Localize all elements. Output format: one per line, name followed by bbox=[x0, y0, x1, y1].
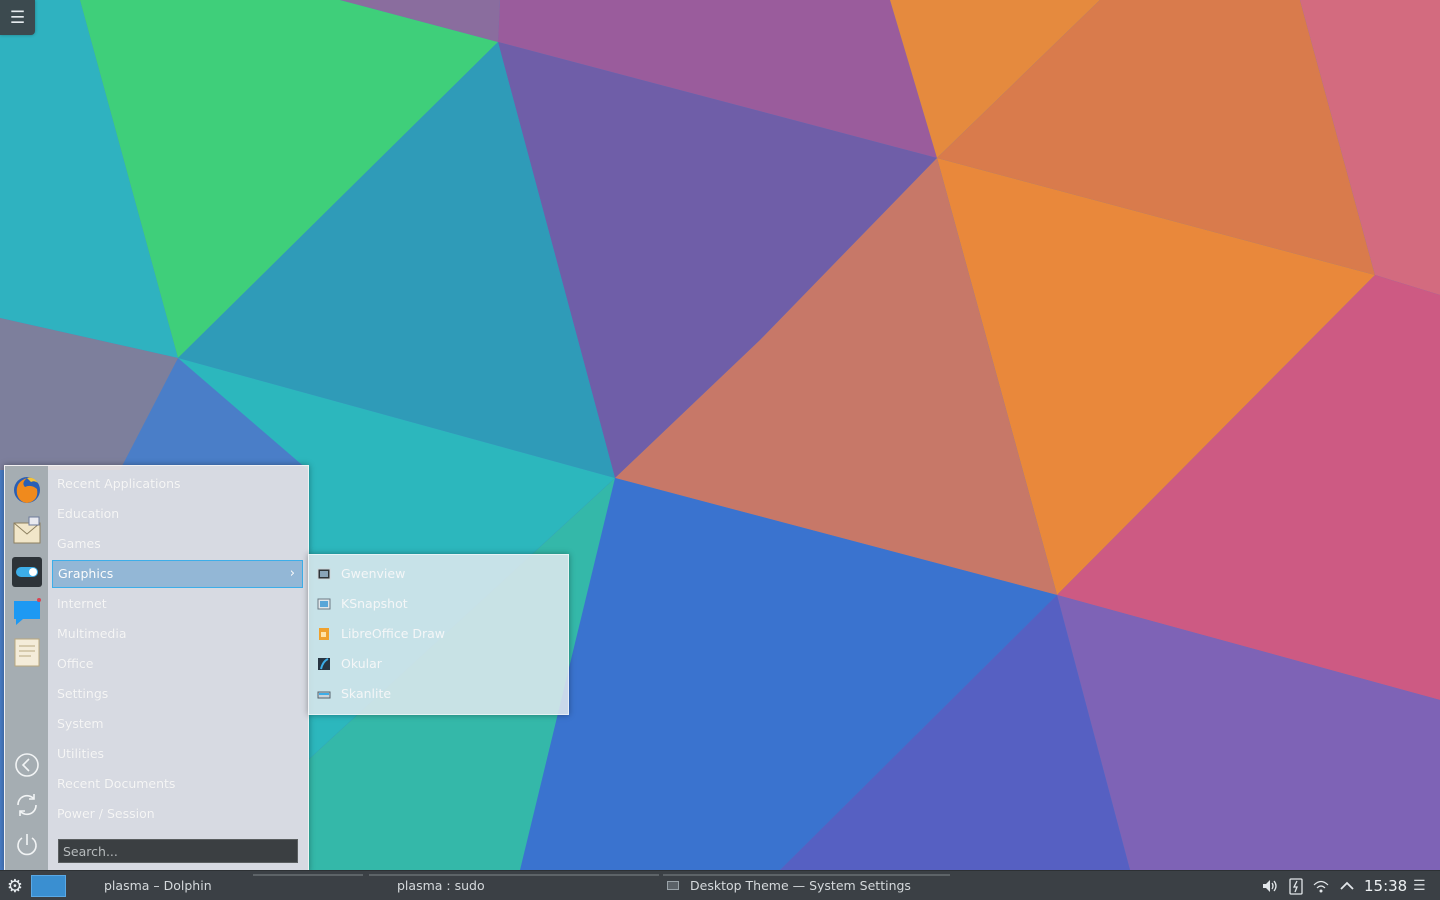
mail-icon bbox=[13, 516, 41, 544]
app-label: Okular bbox=[341, 656, 382, 671]
skanlite-icon bbox=[317, 691, 331, 699]
category-recent-applications[interactable]: Recent Applications bbox=[52, 470, 303, 498]
app-label: KSnapshot bbox=[341, 596, 408, 611]
favorite-firefox[interactable] bbox=[11, 474, 43, 506]
desktop-toolbox-button[interactable]: ☰ bbox=[0, 0, 35, 35]
gwenview-icon bbox=[317, 568, 331, 580]
volume-icon[interactable] bbox=[1261, 877, 1279, 895]
application-launcher-menu: Recent Applications Education Games Grap… bbox=[4, 465, 309, 872]
favorite-chat[interactable] bbox=[11, 596, 43, 628]
task-terminal[interactable]: plasma : sudo bbox=[369, 871, 659, 900]
task-label: plasma : sudo bbox=[397, 878, 485, 893]
task-system-settings[interactable]: Desktop Theme — System Settings bbox=[663, 871, 950, 900]
digital-clock[interactable]: 15:38 bbox=[1364, 871, 1407, 900]
task-dolphin[interactable]: plasma – Dolphin bbox=[75, 871, 365, 900]
power-icon bbox=[17, 834, 37, 856]
category-label: Graphics bbox=[58, 566, 114, 581]
app-okular[interactable]: Okular bbox=[313, 650, 563, 678]
expand-tray-icon[interactable] bbox=[1338, 877, 1356, 895]
category-settings[interactable]: Settings bbox=[52, 680, 303, 708]
task-label: Desktop Theme — System Settings bbox=[690, 878, 911, 893]
graphics-submenu: Gwenview KSnapshot LibreOffice Draw Okul… bbox=[308, 554, 569, 715]
favorites-sidebar bbox=[5, 466, 48, 871]
panel-options-icon[interactable]: ☰ bbox=[1413, 878, 1427, 894]
system-settings-icon bbox=[12, 557, 42, 587]
favorite-system-settings[interactable] bbox=[11, 556, 43, 588]
ksnapshot-icon bbox=[317, 598, 331, 610]
app-gwenview[interactable]: Gwenview bbox=[313, 560, 563, 588]
system-settings-icon bbox=[667, 881, 679, 890]
category-recent-documents[interactable]: Recent Documents bbox=[52, 770, 303, 798]
power-button[interactable] bbox=[13, 831, 41, 859]
hamburger-icon: ☰ bbox=[9, 7, 26, 28]
libreoffice-draw-icon bbox=[319, 628, 329, 640]
category-education[interactable]: Education bbox=[52, 500, 303, 528]
task-indicator bbox=[253, 874, 363, 876]
favorite-mail[interactable] bbox=[11, 515, 43, 547]
application-launcher-button[interactable]: ⚙ bbox=[4, 874, 26, 898]
chat-icon bbox=[14, 598, 41, 625]
task-label: plasma – Dolphin bbox=[104, 878, 212, 893]
category-utilities[interactable]: Utilities bbox=[52, 740, 303, 768]
taskbar-panel: ⚙ plasma – Dolphin plasma : sudo Desktop… bbox=[0, 870, 1440, 900]
okular-icon bbox=[318, 658, 330, 670]
battery-icon[interactable] bbox=[1287, 877, 1305, 895]
virtual-desktop-pager[interactable] bbox=[31, 875, 66, 897]
app-label: LibreOffice Draw bbox=[341, 626, 446, 641]
refresh-button[interactable] bbox=[13, 791, 41, 819]
category-office[interactable]: Office bbox=[52, 650, 303, 678]
favorite-text-editor[interactable] bbox=[11, 636, 43, 668]
search-input[interactable] bbox=[58, 839, 298, 863]
category-multimedia[interactable]: Multimedia bbox=[52, 620, 303, 648]
category-games[interactable]: Games bbox=[52, 530, 303, 558]
refresh-icon bbox=[17, 794, 37, 816]
app-ksnapshot[interactable]: KSnapshot bbox=[313, 590, 563, 618]
back-arrow-icon bbox=[15, 753, 39, 777]
category-graphics[interactable]: Graphics › bbox=[52, 560, 303, 588]
firefox-icon bbox=[14, 477, 40, 503]
back-button[interactable] bbox=[13, 751, 41, 779]
category-internet[interactable]: Internet bbox=[52, 590, 303, 618]
app-libreoffice-draw[interactable]: LibreOffice Draw bbox=[313, 620, 563, 648]
kde-logo-icon: ⚙ bbox=[6, 875, 24, 897]
app-label: Gwenview bbox=[341, 566, 406, 581]
app-label: Skanlite bbox=[341, 686, 392, 701]
category-power-session[interactable]: Power / Session bbox=[52, 800, 303, 828]
category-system[interactable]: System bbox=[52, 710, 303, 738]
app-skanlite[interactable]: Skanlite bbox=[313, 680, 563, 708]
wifi-icon[interactable] bbox=[1312, 877, 1330, 895]
chevron-right-icon: › bbox=[289, 566, 295, 581]
text-editor-icon bbox=[14, 638, 40, 667]
